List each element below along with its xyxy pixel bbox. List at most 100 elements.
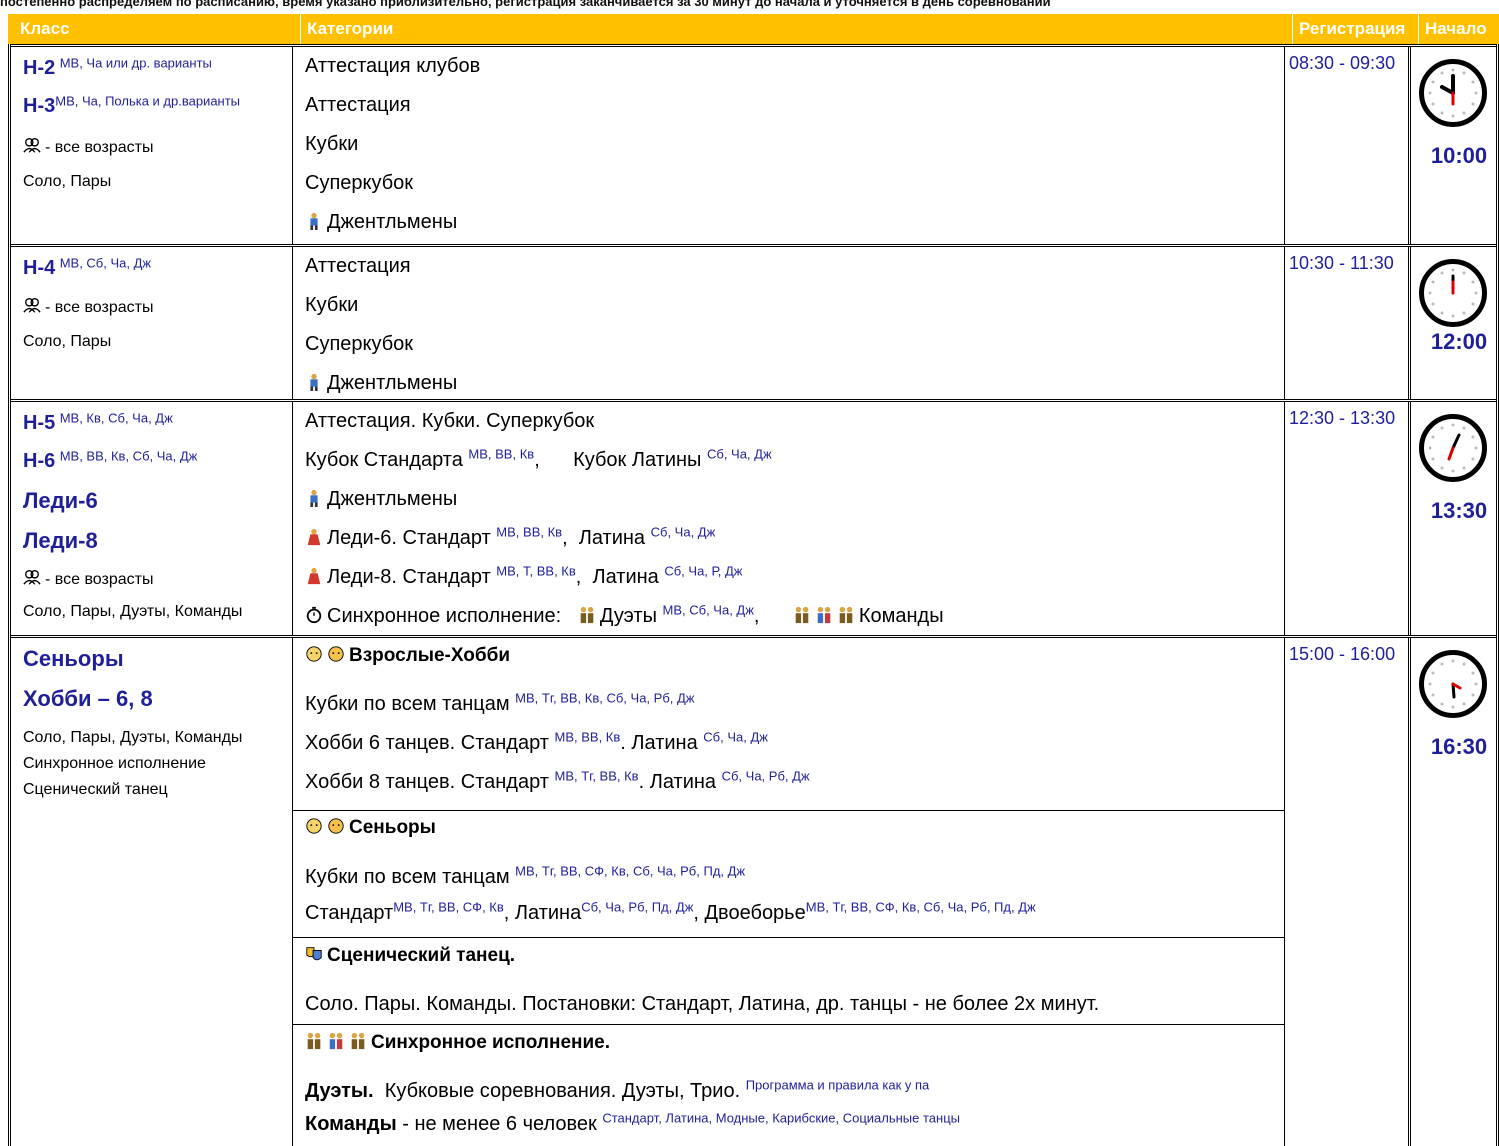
people-icon [23,298,41,313]
section-title: Взрослые-Хобби [349,645,511,666]
category-item: Леди-8. Стандарт [327,566,491,588]
class-code: Хобби – 6, 8 [23,686,153,711]
class-cell: Н-4 МВ, Сб, Ча, Дж - все возрасты Соло, … [11,247,293,399]
class-code: Н-6 [23,450,56,472]
start-time: 10:00 [1430,143,1488,168]
section-stage-dance: Сценический танец. Соло. Пары. Команды. … [293,937,1284,1024]
schedule-row-2: Н-4 МВ, Сб, Ча, Дж - все возрасты Соло, … [11,244,1496,399]
category-item: Суперкубок [305,172,414,194]
formats-text: Соло, Пары, Дуэты, Команды [23,603,243,620]
class-cell: Н-5 МВ, Кв, Сб, Ча, Дж Н-6 МВ, ВВ, Кв, С… [11,402,293,635]
schedule-row-3: Н-5 МВ, Кв, Сб, Ча, Дж Н-6 МВ, ВВ, Кв, С… [11,399,1496,635]
people-icon [23,570,41,585]
category-item: Аттестация [305,255,411,277]
registration-time: 12:30 - 13:30 [1285,402,1411,635]
start-cell: 10:00 [1411,47,1499,244]
team-icon [351,1032,365,1050]
section-title: Сценический танец. [327,945,516,966]
category-item: Джентльмены [327,211,458,233]
class-code: Н-4 [23,257,56,279]
team-icon [817,606,831,624]
stage-dance-desc: Соло. Пары. Команды. Постановки: Стандар… [305,993,1100,1015]
table-header: Класс Категории Регистрация Начало [8,14,1499,44]
category-item: Аттестация [305,94,411,116]
class-code: Сеньоры [23,646,124,671]
stopwatch-icon [306,606,322,624]
class-dances: МВ, Ча, Полька и др.варианты [55,93,241,109]
category-item: Джентльмены [327,372,458,394]
lady-dancer-icon [307,567,321,585]
gentleman-dancer-icon [310,212,318,230]
ages-text: - все возрасты [45,571,154,588]
header-class: Класс [20,19,70,38]
categories-cell: Взрослые-Хобби Кубки по всем танцам МВ, … [293,638,1285,1146]
header-categories: Категории [300,14,1292,44]
team-icon [839,606,853,624]
schedule-table: Н-2 МВ, Ча или др. варианты Н-3МВ, Ча, П… [8,44,1499,1146]
team-icon [795,606,809,624]
class-code: Н-2 [23,57,56,79]
team-icon [329,1032,343,1050]
theater-masks-icon [306,947,322,961]
registration-time: 08:30 - 09:30 [1285,47,1411,244]
categories-cell: Аттестация. Кубки. Суперкубок Кубок Стан… [293,402,1285,635]
gentleman-dancer-icon [310,373,318,391]
section-title: Сеньоры [349,817,436,838]
category-item: Джентльмены [327,488,458,510]
class-dances: МВ, Кв, Сб, Ча, Дж [59,410,173,426]
category-item: Суперкубок [305,333,414,355]
stage-dance-text: Сценический танец [23,781,168,798]
people-icon [23,138,41,153]
start-time: 12:00 [1430,329,1488,354]
category-item: Кубки [305,294,359,316]
team-icon [307,1032,321,1050]
duet-icon [580,606,594,624]
class-code: Леди-8 [23,528,98,553]
clock-icon [1419,650,1487,718]
top-note: постепенно распределяем по расписанию, в… [0,0,1051,9]
start-cell: 13:30 [1411,402,1499,635]
formats-text: Соло, Пары [23,173,112,190]
class-dances: МВ, Сб, Ча, Дж [59,255,152,271]
section-sync: Синхронное исполнение. Дуэты. Кубковые с… [293,1024,1284,1146]
categories-cell: Аттестация Кубки Суперкубок Джентльмены [293,247,1285,399]
schedule-row-4: Сеньоры Хобби – 6, 8 Соло, Пары, Дуэты, … [11,635,1496,1146]
class-code: Н-3 [23,95,56,117]
class-dances: МВ, Ча или др. варианты [59,55,212,71]
sync-text: Синхронное исполнение [23,755,206,772]
start-cell: 16:30 [1411,638,1499,1146]
class-cell: Сеньоры Хобби – 6, 8 Соло, Пары, Дуэты, … [11,638,293,1146]
gentleman-dancer-icon [310,489,318,507]
class-code: Леди-6 [23,488,98,513]
clock-icon [1419,59,1487,127]
clock-icon [1419,414,1487,482]
class-code: Н-5 [23,412,56,434]
start-cell: 12:00 [1411,247,1499,399]
categories-cell: Аттестация клубов Аттестация Кубки Супер… [293,47,1285,244]
ages-text: - все возрасты [45,139,154,156]
category-item: Аттестация. Кубки. Суперкубок [305,410,595,432]
adult-faces-icon [306,818,322,834]
section-seniors: Сеньоры Кубки по всем танцам МВ, Тг, ВВ,… [293,810,1284,937]
header-registration: Регистрация [1292,14,1418,44]
header-start: Начало [1418,14,1499,44]
section-title: Синхронное исполнение. [371,1032,611,1053]
adult-faces-icon [328,818,344,834]
ages-text: - все возрасты [45,299,154,316]
category-item: Синхронное исполнение: [327,605,562,627]
start-time: 13:30 [1430,498,1488,523]
category-item: Леди-6. Стандарт [327,527,491,549]
start-time: 16:30 [1430,734,1488,759]
category-item: Кубок Стандарта МВ, ВВ, Кв, Кубок Латины… [305,446,772,471]
registration-time: 15:00 - 16:00 [1285,638,1411,1146]
formats-text: Соло, Пары [23,333,112,350]
adult-faces-icon [306,646,322,662]
class-cell: Н-2 МВ, Ча или др. варианты Н-3МВ, Ча, П… [11,47,293,244]
schedule-row-1: Н-2 МВ, Ча или др. варианты Н-3МВ, Ча, П… [11,44,1496,244]
section-adult-hobby: Взрослые-Хобби Кубки по всем танцам МВ, … [305,645,810,793]
clock-icon [1419,259,1487,327]
adult-faces-icon [328,646,344,662]
lady-dancer-icon [307,528,321,546]
class-dances: МВ, ВВ, Кв, Сб, Ча, Дж [59,448,198,464]
category-item: Аттестация клубов [305,55,481,77]
